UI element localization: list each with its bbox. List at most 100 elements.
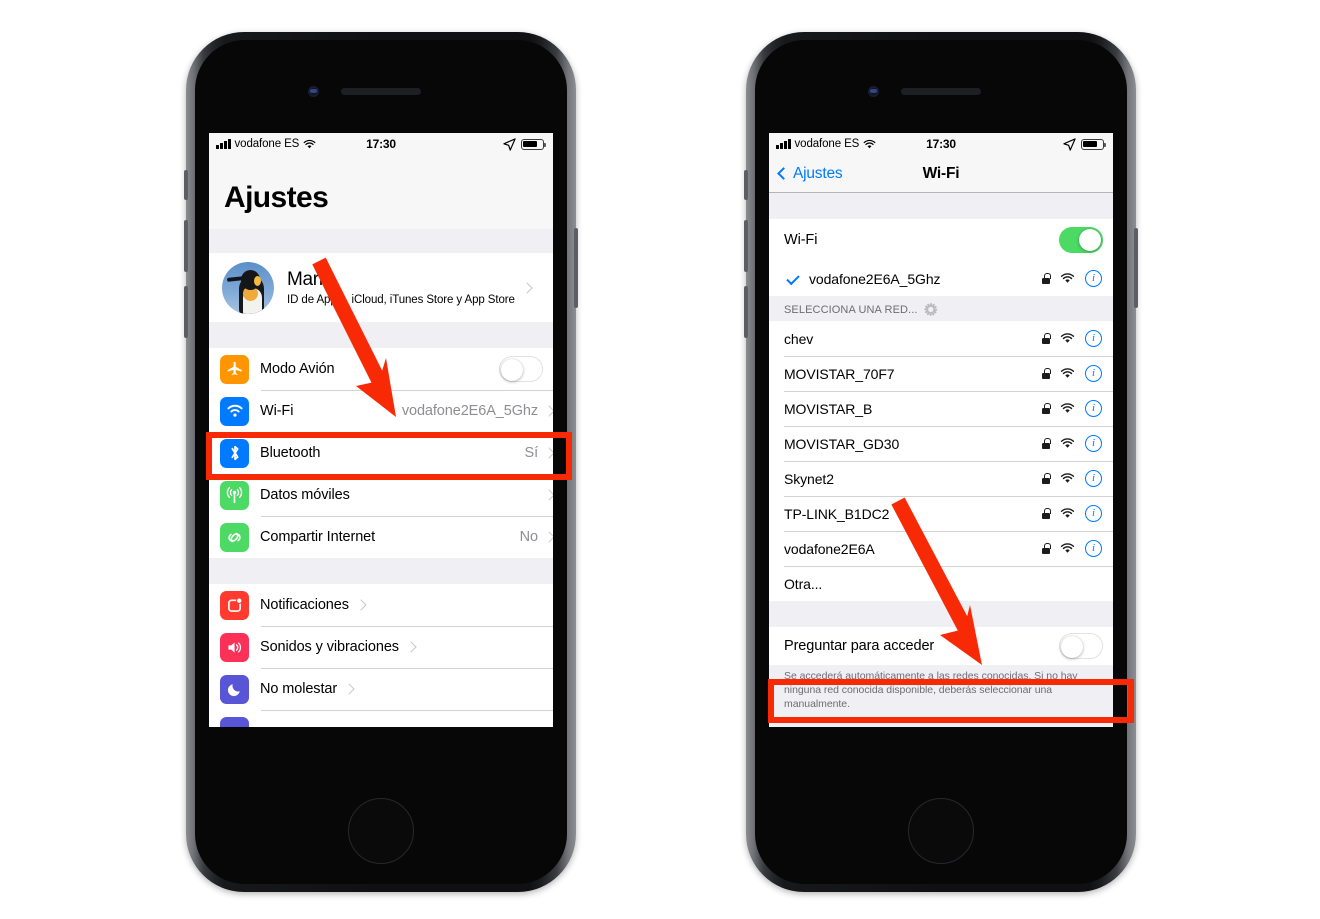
status-bar-clock: 17:30 (366, 137, 396, 151)
row-label: Sonidos y vibraciones (260, 639, 399, 655)
apple-id-text: Mario ID de Apple, iCloud, iTunes Store … (287, 269, 515, 306)
wifi-icon (1060, 438, 1075, 448)
network-row[interactable]: Skynet2 i (769, 461, 1113, 496)
settings-row-notifications[interactable]: Notificaciones (209, 584, 553, 626)
row-label: Compartir Internet (260, 529, 376, 545)
status-bar-clock: 17:30 (926, 137, 956, 151)
cellular-icon (220, 480, 249, 510)
network-indicators: i (1042, 435, 1113, 452)
row-label: Preguntar para acceder (784, 638, 935, 654)
network-row[interactable]: TP-LINK_B1DC2 i (769, 496, 1113, 531)
airplane-icon (220, 354, 249, 384)
row-label: Modo Avión (260, 361, 335, 377)
wifi-icon (1060, 403, 1075, 413)
network-row[interactable]: MOVISTAR_B i (769, 391, 1113, 426)
airplane-mode-toggle[interactable] (499, 356, 543, 382)
loading-spinner-icon (924, 303, 938, 316)
info-circle-icon[interactable]: i (1085, 540, 1102, 557)
volume-up-button[interactable] (744, 286, 748, 338)
settings-row-wifi[interactable]: Wi-Fi vodafone2E6A_5Ghz (209, 390, 553, 432)
settings-group-connectivity: Modo Avión Wi-Fi vodafone2E6A_5Ghz Bluet… (209, 348, 553, 558)
network-name: MOVISTAR_70F7 (784, 365, 895, 382)
lock-icon (1042, 273, 1051, 284)
chevron-right-icon (543, 405, 553, 417)
network-row[interactable]: MOVISTAR_70F7 i (769, 356, 1113, 391)
wifi-status-group: Wi-Fi vodafone2E6A_5Ghz i (769, 219, 1113, 296)
info-circle-icon[interactable]: i (1085, 330, 1102, 347)
ask-to-join-row[interactable]: Preguntar para acceder (769, 627, 1113, 665)
network-row[interactable]: vodafone2E6A i (769, 531, 1113, 566)
info-circle-icon[interactable]: i (1085, 365, 1102, 382)
silent-switch[interactable] (744, 170, 748, 200)
silent-switch[interactable] (184, 170, 188, 200)
network-name: chev (784, 330, 814, 347)
wifi-icon (220, 396, 249, 426)
settings-row-bluetooth[interactable]: Bluetooth Sí (209, 432, 553, 474)
settings-row-cellular-data[interactable]: Datos móviles (209, 474, 553, 516)
lock-icon (1042, 368, 1051, 379)
wifi-toggle[interactable] (1059, 227, 1103, 253)
volume-down-button[interactable] (184, 220, 188, 272)
page-title: Ajustes (209, 155, 553, 229)
power-button[interactable] (1134, 228, 1138, 308)
chevron-right-icon (543, 531, 553, 543)
group-gap (769, 601, 1113, 627)
info-circle-icon[interactable]: i (1085, 270, 1102, 287)
network-name: vodafone2E6A (784, 540, 875, 557)
network-row[interactable]: chev i (769, 321, 1113, 356)
group-gap (769, 721, 1113, 727)
account-name: Mario (287, 269, 334, 290)
row-label: Notificaciones (260, 597, 349, 613)
chevron-right-icon (355, 599, 367, 611)
home-button[interactable] (348, 798, 414, 864)
info-circle-icon[interactable]: i (1085, 435, 1102, 452)
home-button[interactable] (908, 798, 974, 864)
chevron-right-icon (543, 489, 553, 501)
wifi-toggle-row[interactable]: Wi-Fi (769, 219, 1113, 261)
row-label: No molestar (260, 681, 338, 697)
screenshot-stage: vodafone ES 17:30 Ajustes Mario ID de Ap… (0, 0, 1320, 919)
settings-row-personal-hotspot[interactable]: Compartir Internet No (209, 516, 553, 558)
nav-title: Wi-Fi (922, 164, 960, 182)
info-circle-icon[interactable]: i (1085, 400, 1102, 417)
battery-icon (1081, 138, 1107, 150)
screen-left: vodafone ES 17:30 Ajustes Mario ID de Ap… (209, 133, 553, 727)
apple-id-row[interactable]: Mario ID de Apple, iCloud, iTunes Store … (209, 253, 553, 322)
volume-up-button[interactable] (184, 286, 188, 338)
network-indicators: i (1042, 470, 1113, 487)
network-indicators: i (1042, 330, 1113, 347)
power-button[interactable] (574, 228, 578, 308)
wifi-icon (1060, 473, 1075, 483)
earpiece-speaker (901, 88, 981, 95)
network-name: MOVISTAR_GD30 (784, 435, 900, 452)
section-header-label: SELECCIONA UNA RED... (784, 303, 918, 316)
chevron-right-icon (343, 683, 355, 695)
screen-time-icon (220, 716, 249, 727)
network-row[interactable]: MOVISTAR_GD30 i (769, 426, 1113, 461)
lock-icon (1042, 333, 1051, 344)
info-circle-icon[interactable]: i (1085, 470, 1102, 487)
chevron-right-icon (405, 641, 417, 653)
info-circle-icon[interactable]: i (1085, 505, 1102, 522)
ask-to-join-footnote: Se accederá automáticamente a las redes … (769, 665, 1113, 722)
settings-row-partial[interactable] (209, 710, 553, 727)
connected-network-row[interactable]: vodafone2E6A_5Ghz i (769, 261, 1113, 296)
iphone-device-left: vodafone ES 17:30 Ajustes Mario ID de Ap… (184, 32, 578, 892)
chevron-right-icon (543, 447, 553, 459)
row-value: vodafone2E6A_5Ghz (401, 403, 538, 419)
iphone-device-right: vodafone ES 17:30 Ajustes Wi-Fi Wi-Fi vo… (744, 32, 1138, 892)
status-bar-right (503, 137, 547, 151)
group-gap (769, 193, 1113, 219)
settings-row-sounds[interactable]: Sonidos y vibraciones (209, 626, 553, 668)
network-name: Otra... (784, 575, 823, 592)
ask-to-join-group: Preguntar para acceder (769, 627, 1113, 665)
ask-to-join-toggle[interactable] (1059, 633, 1103, 659)
settings-row-do-not-disturb[interactable]: No molestar (209, 668, 553, 710)
settings-row-airplane-mode[interactable]: Modo Avión (209, 348, 553, 390)
other-network-row[interactable]: Otra... (769, 566, 1113, 601)
lock-icon (1042, 508, 1051, 519)
volume-down-button[interactable] (744, 220, 748, 272)
available-networks-list: chev i MOVISTAR_70F7 i MOVISTAR_B i MOVISTAR_G… (769, 321, 1113, 566)
bluetooth-icon (220, 438, 249, 468)
chevron-right-icon (521, 281, 533, 294)
